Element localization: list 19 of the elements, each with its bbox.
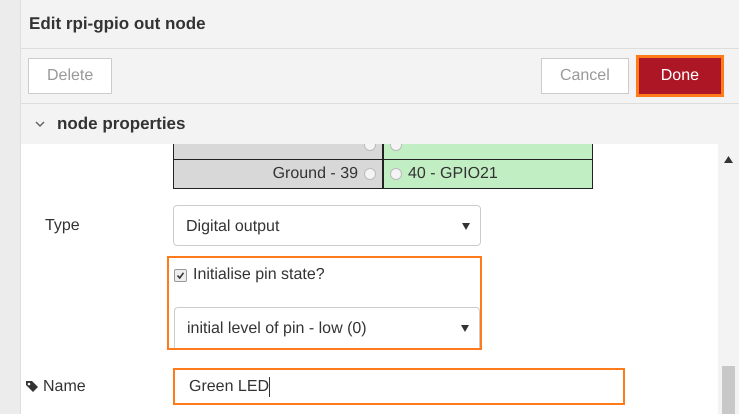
scrollbar-thumb[interactable] [722, 366, 735, 414]
name-input[interactable]: Green LED [173, 368, 625, 405]
init-checkbox[interactable] [174, 268, 187, 282]
dialog-title: Edit rpi-gpio out node [21, 0, 739, 49]
dropdown-caret-icon [462, 223, 470, 230]
tag-icon [25, 380, 39, 393]
chevron-icon [35, 120, 45, 128]
section-title: node properties [57, 114, 186, 134]
dropdown-caret-icon [461, 325, 469, 332]
done-button[interactable]: Done [638, 58, 721, 94]
section-header[interactable]: node properties [21, 104, 739, 144]
pin-cell[interactable]: 40 - GPIO21 [384, 160, 592, 188]
pin-cell[interactable]: Ground - 39 [174, 160, 384, 188]
level-select[interactable]: initial level of pin - low (0) [174, 307, 480, 348]
type-label: Type [44, 216, 81, 234]
init-label: Initialise pin state? [193, 266, 325, 284]
type-select[interactable]: Digital output [173, 205, 481, 246]
scroll-up-icon[interactable] [724, 156, 733, 163]
name-label: Name [43, 378, 86, 396]
